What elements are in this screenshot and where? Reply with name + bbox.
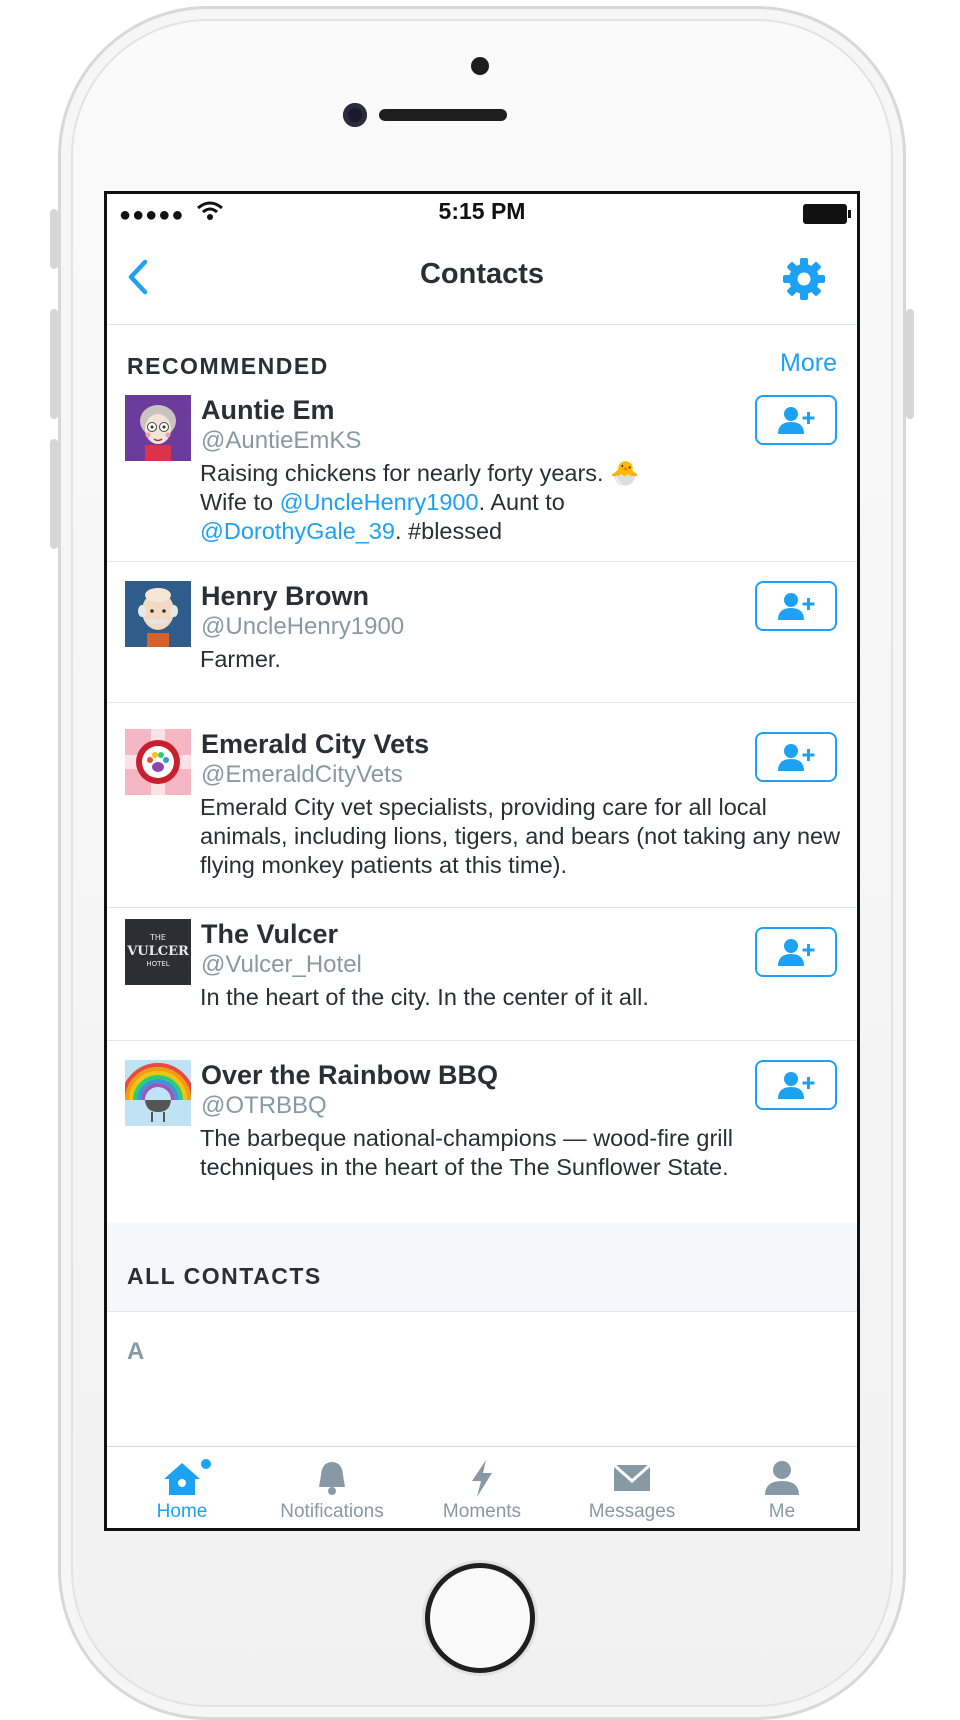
follow-button[interactable] [755,732,837,782]
contact-name: Emerald City Vets [201,729,430,759]
contact-bio: Raising chickens for nearly forty years.… [200,459,850,546]
follow-button[interactable] [755,1060,837,1110]
person-icon [765,1461,799,1495]
contact-handle: @OTRBBQ [201,1092,327,1119]
avatar-over-the-rainbow-bbq[interactable] [125,1060,191,1126]
contact-card-auntie-em[interactable]: Auntie Em @AuntieEmKS Raising chickens f… [107,395,857,562]
add-person-icon [778,407,815,434]
contact-card-henry-brown[interactable]: Henry Brown @UncleHenry1900 Farmer. [107,562,857,703]
svg-text:HOTEL: HOTEL [146,960,169,968]
notification-dot [199,1457,213,1471]
tab-label: Messages [588,1501,676,1522]
avatar-emerald-city-vets[interactable] [125,729,191,795]
earpiece-speaker [379,109,507,121]
contact-bio: The barbeque national-champions — wood-f… [200,1125,733,1180]
follow-button[interactable] [755,927,837,977]
svg-text:VULCER: VULCER [126,944,189,959]
front-camera [343,103,367,127]
settings-gear-icon[interactable] [781,256,827,302]
contact-name: The Vulcer [201,919,339,949]
contact-bio: Emerald City vet specialists, providing … [200,794,841,878]
contact-name: Over the Rainbow BBQ [201,1060,499,1090]
volume-up-button [50,309,58,419]
tab-label: Me [768,1501,796,1522]
status-time: 5:15 PM [438,198,526,224]
avatar-the-vulcer[interactable]: THE VULCER HOTEL [125,919,191,985]
tab-me[interactable]: Me [707,1447,857,1528]
tab-bar: Home Notifications Moments Messages Me [107,1446,857,1528]
contact-bio: In the heart of the city. In the center … [200,984,649,1010]
tab-moments[interactable]: Moments [407,1447,557,1528]
mention-link-unclehenry[interactable]: @UncleHenry1900 [280,489,479,515]
page-title: Contacts [419,258,545,290]
recommended-label: RECOMMENDED [127,353,329,379]
envelope-icon [613,1463,651,1491]
phone-screen: ●●●●● 5:15 PM Contacts RECOMMENDED More … [104,191,860,1531]
all-contacts-label: ALL CONTACTS [127,1263,322,1289]
follow-button[interactable] [755,581,837,631]
bell-icon [319,1462,345,1495]
status-bar: ●●●●● 5:15 PM [107,194,857,234]
tab-messages[interactable]: Messages [557,1447,707,1528]
alphabet-section-header: A [107,1312,857,1365]
mention-link-dorothygale[interactable]: @DorothyGale_39 [200,518,395,544]
contact-handle: @UncleHenry1900 [201,613,405,640]
home-button[interactable] [425,1563,535,1673]
contact-handle: @Vulcer_Hotel [201,951,362,978]
more-link[interactable]: More [780,349,837,378]
section-letter: A [127,1338,145,1365]
recommended-header: RECOMMENDED More [107,325,857,395]
proximity-sensor [471,57,489,75]
contact-card-over-the-rainbow-bbq[interactable]: Over the Rainbow BBQ @OTRBBQ The barbequ… [107,1041,857,1223]
bio-text: Wife to [200,489,280,515]
add-person-icon [778,939,815,966]
add-person-icon [778,744,815,771]
all-contacts-header: ALL CONTACTS [107,1223,857,1312]
bio-text: . Aunt to [478,489,565,515]
contact-handle: @AuntieEmKS [201,427,362,454]
battery-icon [803,204,851,224]
tab-label: Notifications [280,1501,384,1522]
volume-down-button [50,439,58,549]
add-person-icon [778,593,815,620]
follow-button[interactable] [755,395,837,445]
contacts-scroll-area[interactable]: RECOMMENDED More Auntie Em @AuntieEmKS R… [107,325,857,1429]
contact-name: Auntie Em [201,395,335,425]
power-button [906,309,914,419]
contact-name: Henry Brown [201,581,370,611]
home-icon [164,1463,200,1495]
tab-home[interactable]: Home [107,1447,257,1528]
navigation-bar: Contacts [107,234,857,325]
svg-text:THE: THE [149,933,166,942]
contact-card-emerald-city-vets[interactable]: Emerald City Vets @EmeraldCityVets Emera… [107,703,857,908]
hatching-chick-emoji-icon: 🐣 [610,460,640,486]
tab-label: Home [156,1501,208,1522]
tab-notifications[interactable]: Notifications [257,1447,407,1528]
bio-text: Raising chickens for nearly forty years. [200,460,611,486]
contact-bio: Farmer. [200,646,281,672]
contact-card-the-vulcer[interactable]: THE VULCER HOTEL The Vulcer @Vulcer_Hote… [107,908,857,1041]
bio-text: . #blessed [395,518,503,544]
lightning-icon [472,1460,492,1497]
contact-handle: @EmeraldCityVets [201,761,403,788]
mute-switch [50,209,58,269]
tab-label: Moments [442,1501,522,1522]
add-person-icon [778,1072,815,1099]
avatar-auntie-em[interactable] [125,395,191,461]
avatar-henry-brown[interactable] [125,581,191,647]
